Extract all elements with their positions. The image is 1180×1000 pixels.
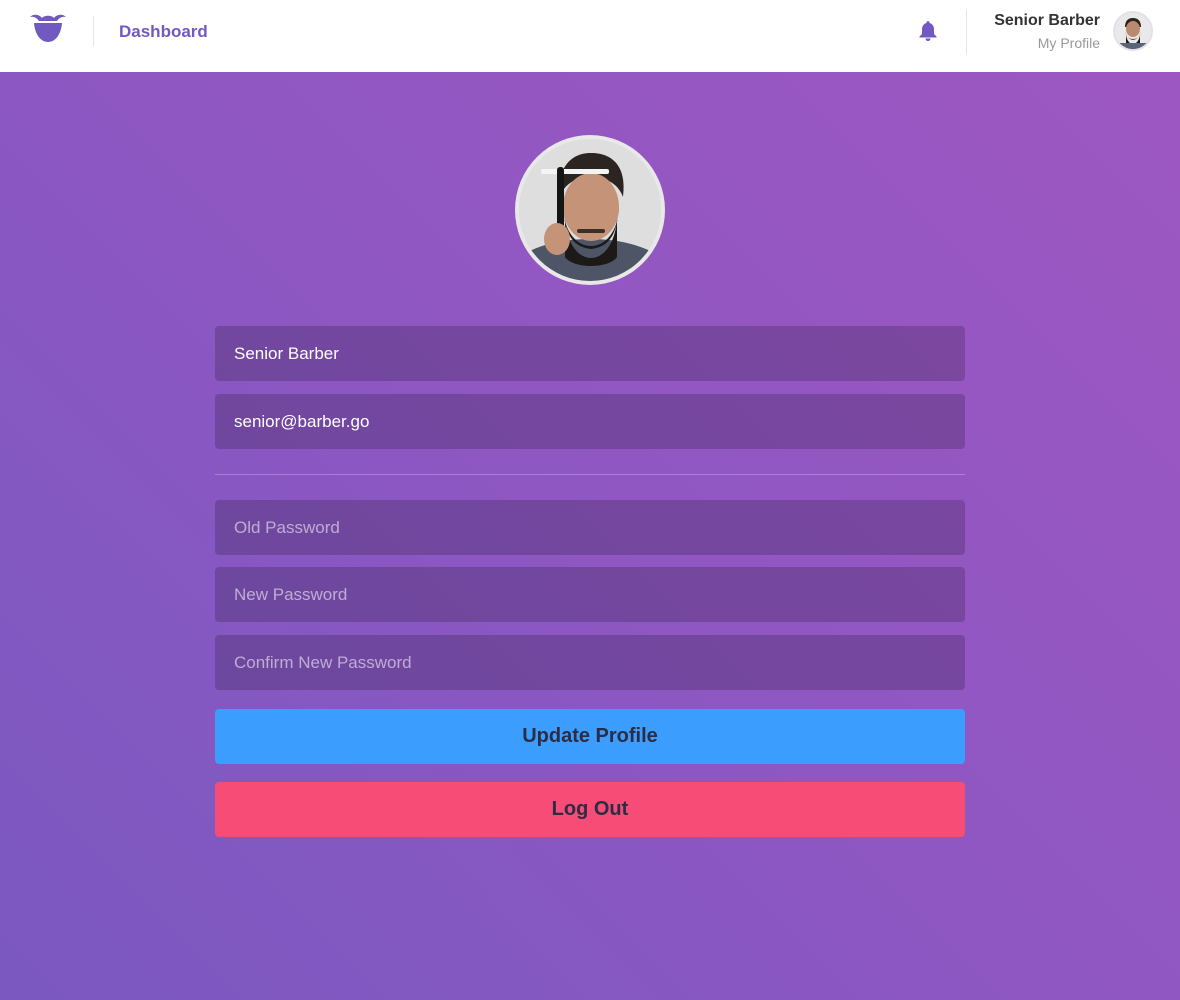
confirm-password-field[interactable] bbox=[215, 635, 965, 690]
header-divider bbox=[93, 16, 94, 46]
avatar[interactable] bbox=[1113, 11, 1153, 51]
top-bar: Dashboard Senior Barber My Profile bbox=[0, 0, 1180, 72]
profile-avatar[interactable] bbox=[515, 135, 665, 285]
user-info: Senior Barber My Profile bbox=[994, 11, 1100, 51]
old-password-field[interactable] bbox=[215, 500, 965, 555]
user-name: Senior Barber bbox=[994, 12, 1100, 29]
log-out-button[interactable]: Log Out bbox=[215, 782, 965, 837]
email-field[interactable] bbox=[215, 394, 965, 449]
update-profile-button[interactable]: Update Profile bbox=[215, 709, 965, 764]
mustache-logo-icon[interactable] bbox=[28, 13, 68, 45]
name-field[interactable] bbox=[215, 326, 965, 381]
new-password-field[interactable] bbox=[215, 567, 965, 622]
bell-icon[interactable] bbox=[918, 20, 938, 42]
nav-dashboard-link[interactable]: Dashboard bbox=[119, 22, 208, 42]
my-profile-link[interactable]: My Profile bbox=[994, 35, 1100, 51]
form-divider bbox=[215, 474, 965, 475]
header-divider bbox=[966, 10, 967, 54]
